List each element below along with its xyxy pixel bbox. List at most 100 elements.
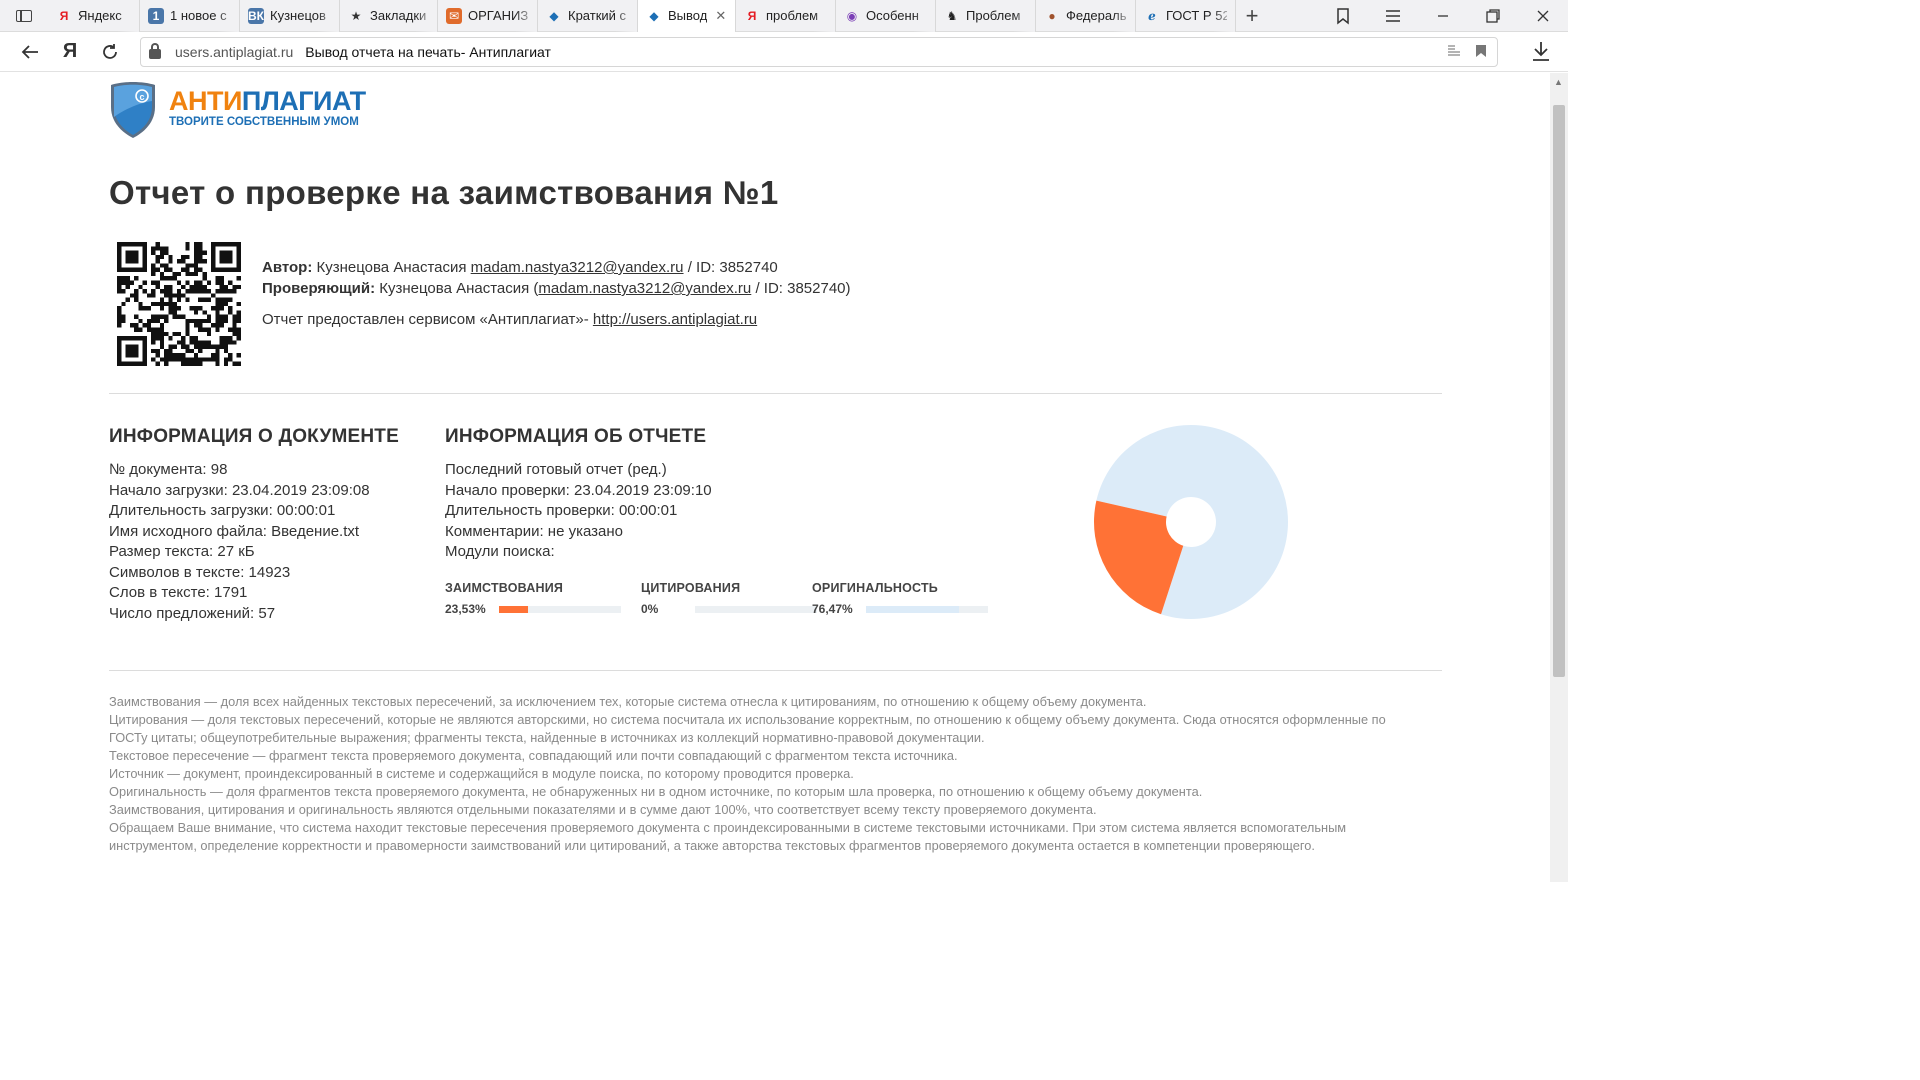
tab-1[interactable]: Я Яндекс	[48, 0, 140, 32]
definition-paragraph: Обращаем Ваше внимание, что система нахо…	[109, 820, 1347, 853]
stat-bar	[695, 605, 817, 613]
author-email-link[interactable]: madam.nastya3212@yandex.ru	[471, 259, 684, 276]
report-info-line: Начало проверки: 23.04.2019 23:09:10	[445, 481, 712, 499]
definition-paragraph: Заимствования, цитирования и оригинально…	[109, 802, 1097, 817]
download-icon[interactable]	[1532, 41, 1550, 66]
tab-favicon-icon: Я	[747, 8, 757, 23]
scroll-up-icon[interactable]: ▲	[1554, 77, 1563, 87]
antiplagiat-logo[interactable]: c АНТИПЛАГИАТ ТВОРИТЕ СОБСТВЕННЫМ УМОМ	[109, 81, 366, 139]
tab-4[interactable]: ★ Закладки	[340, 0, 438, 32]
stat-оригинальность: ОРИГИНАЛЬНОСТЬ 76,47%	[812, 581, 988, 616]
sidebar-toggle-button[interactable]	[0, 0, 48, 32]
menu-icon[interactable]	[1368, 0, 1418, 32]
tab-label: проблем	[766, 8, 819, 23]
url-domain: users.antiplagiat.ru	[175, 44, 294, 60]
tab-favicon-icon: ◆	[649, 8, 659, 23]
stat-label: ЦИТИРОВАНИЯ	[641, 581, 741, 595]
bookmarks-panel-icon[interactable]	[1318, 0, 1368, 32]
tab-favicon-icon: ◉	[846, 8, 858, 23]
doc-info-line: Размер текста: 27 кБ	[109, 543, 255, 560]
address-bar: Я users.antiplagiat.ru Вывод отчета на п…	[0, 32, 1568, 72]
definition-paragraph: Цитирования — доля текстовых пересечений…	[109, 712, 1386, 745]
stat-bar	[499, 605, 621, 613]
tab-favicon-icon: 1	[148, 7, 164, 24]
yandex-home-button[interactable]: Я	[50, 32, 90, 72]
doc-info-line: № документа: 98	[109, 461, 228, 478]
lock-icon	[149, 43, 161, 59]
tab-favicon-icon: ℯ	[1148, 8, 1156, 23]
doc-info-line: Начало загрузки: 23.04.2019 23:09:08	[109, 481, 370, 499]
tab-11[interactable]: ● Федераль	[1036, 0, 1136, 32]
tab-favicon-icon: ✉	[446, 7, 462, 24]
report-info-line: Длительность проверки: 00:00:01	[445, 502, 678, 519]
author-line: Автор: Кузнецова Анастасия madam.nastya3…	[262, 259, 778, 276]
minimize-button[interactable]	[1418, 0, 1468, 32]
tab-8[interactable]: Япроблем	[736, 0, 836, 32]
back-button[interactable]	[10, 32, 50, 72]
tab-label: Яндекс	[78, 8, 122, 23]
doc-info-line: Слов в тексте: 1791	[109, 584, 248, 601]
definition-paragraph: Источник — документ, проиндексированный …	[109, 766, 854, 781]
tab-6[interactable]: ◆ Краткий с	[538, 0, 638, 32]
provided-by-line: Отчет предоставлен сервисом «Антиплагиат…	[262, 311, 758, 328]
stat-label: ЗАИМСТВОВАНИЯ	[445, 581, 564, 595]
tab-5[interactable]: ✉ ОРГАНИЗ	[438, 0, 538, 32]
report-page: c АНТИПЛАГИАТ ТВОРИТЕ СОБСТВЕННЫМ УМОМ О…	[0, 73, 1550, 882]
shield-logo-icon: c	[111, 82, 155, 138]
tab-3[interactable]: ВК Кузнецов	[240, 0, 340, 32]
tab-favicon-icon: ◆	[549, 8, 559, 23]
report-info-title: ИНФОРМАЦИЯ ОБ ОТЧЕТЕ	[445, 426, 707, 447]
report-info-line: Модули поиска:	[445, 543, 555, 560]
definitions-text: Заимствования — доля всех найденных текс…	[109, 693, 1409, 855]
qr-code	[117, 242, 241, 366]
originality-donut-chart	[1094, 425, 1288, 619]
stat-value: 23,53%	[445, 602, 486, 616]
close-tab-icon[interactable]: ✕	[715, 8, 726, 24]
doc-info-list: № документа: 98 Начало загрузки: 23.04.20…	[109, 460, 370, 624]
tab-favicon-icon: ВК	[248, 7, 264, 24]
url-field[interactable]: users.antiplagiat.ru Вывод отчета на печ…	[140, 37, 1498, 67]
tab-label: Особенн	[866, 8, 919, 23]
definition-paragraph: Текстовое пересечение — фрагмент текста …	[109, 748, 958, 763]
svg-text:c: c	[139, 92, 144, 102]
tab-10[interactable]: ♞ Проблем	[936, 0, 1036, 32]
reviewer-email-link[interactable]: madam.nastya3212@yandex.ru	[538, 280, 751, 297]
window-controls	[1318, 0, 1568, 32]
stat-bar-fill	[866, 605, 960, 613]
tab-favicon-icon: ♞	[946, 8, 958, 23]
tab-label: Вывод	[668, 8, 708, 23]
doc-info-line: Имя исходного файла: Введение.txt	[109, 522, 360, 540]
logo-slogan: ТВОРИТЕ СОБСТВЕННЫМ УМОМ	[169, 116, 359, 128]
tab-12[interactable]: ℯ ГОСТ Р 52	[1136, 0, 1236, 32]
service-link[interactable]: http://users.antiplagiat.ru	[593, 311, 757, 328]
restore-button[interactable]	[1468, 0, 1518, 32]
stat-заимствования: ЗАИМСТВОВАНИЯ 23,53%	[445, 581, 621, 616]
report-info-line: Комментарии: не указано	[445, 522, 624, 540]
bookmark-icon[interactable]	[1475, 44, 1487, 61]
reload-button[interactable]	[90, 32, 130, 72]
scrollbar-thumb[interactable]	[1553, 105, 1565, 677]
report-info-list: Последний готовый отчет (ред.) Начало про…	[445, 460, 712, 563]
doc-info-line: Символов в тексте: 14923	[109, 563, 291, 581]
definition-paragraph: Оригинальность — доля фрагментов текста …	[109, 784, 1203, 799]
report-meta: Автор: Кузнецова Анастасия madam.nastya3…	[262, 257, 851, 330]
stat-label: ОРИГИНАЛЬНОСТЬ	[812, 581, 938, 595]
close-window-button[interactable]	[1518, 0, 1568, 32]
tab-9[interactable]: ◉ Особенн	[836, 0, 936, 32]
doc-info-line: Число предложений: 57	[109, 604, 276, 622]
tab-7[interactable]: ◆ Вывод ✕	[638, 0, 736, 32]
new-tab-button[interactable]: +	[1236, 0, 1268, 32]
qr-modules	[117, 242, 241, 366]
definition-paragraph: Заимствования — доля всех найденных текс…	[109, 694, 1147, 709]
reader-mode-icon[interactable]	[1447, 44, 1461, 61]
doc-info-line: Длительность загрузки: 00:00:01	[109, 502, 336, 519]
divider	[109, 670, 1442, 671]
tab-2[interactable]: 11 новое с	[140, 0, 240, 32]
stat-цитирования: ЦИТИРОВАНИЯ 0%	[641, 581, 817, 616]
reviewer-line: Проверяющий: Кузнецова Анастасия (madam.…	[262, 280, 851, 297]
browser-tab-bar: Я Яндекс 1 1 новое с ВК Кузнецов ★ Закладки ✉ ОРГ…	[0, 0, 1568, 32]
page-scrollbar[interactable]: ▲	[1550, 73, 1568, 882]
tab-favicon-icon: ★	[350, 8, 362, 23]
doc-info-title: ИНФОРМАЦИЯ О ДОКУМЕНТЕ	[109, 426, 399, 447]
page-title: Отчет о проверке на заимствования №1	[109, 174, 779, 211]
